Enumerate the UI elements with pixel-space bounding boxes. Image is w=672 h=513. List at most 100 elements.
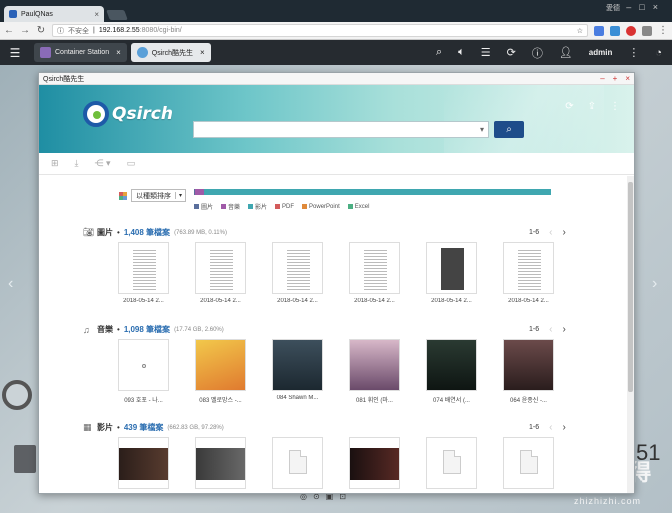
section-count[interactable]: 1,408 筆檔案: [124, 227, 170, 238]
refresh-icon[interactable]: ⟳: [565, 101, 573, 112]
qsirch-window: Qsirch酷先生 – + × Qsirch ▾ ⌕ ⟳ ⇪ ⋮ ⊞ ⤓ ⋲ ▾…: [38, 72, 635, 494]
album-thumb[interactable]: 093 호포 - 나...: [118, 339, 169, 404]
pager-range: 1-6: [529, 424, 540, 431]
video-thumb[interactable]: [349, 437, 400, 489]
legend-item[interactable]: PowerPoint: [302, 202, 340, 211]
next-page-icon[interactable]: ›: [562, 227, 565, 238]
main-menu-icon[interactable]: ☰: [0, 46, 30, 60]
album-thumb[interactable]: 081 휘인 (마...: [349, 339, 400, 404]
video-thumb[interactable]: [426, 437, 477, 489]
volume-icon[interactable]: 🔈︎: [458, 46, 465, 59]
video-thumb[interactable]: [503, 437, 554, 489]
album-thumb[interactable]: 084 Shawn M...: [272, 339, 323, 404]
user-icon[interactable]: 👤︎: [559, 46, 573, 59]
photo-thumb[interactable]: 2018-05-14 2...: [195, 242, 246, 304]
close-tab-icon[interactable]: ×: [94, 10, 99, 19]
close-icon[interactable]: ×: [625, 74, 630, 83]
opera-icon[interactable]: [626, 25, 636, 36]
sync-icon[interactable]: ⟳: [507, 46, 516, 59]
download-icon[interactable]: ⤓: [75, 158, 79, 169]
address-bar: ← → ↻ ⓘ 不安全 | 192.168.2.55:8080/cgi-bin/…: [0, 22, 672, 40]
assistant-robot-icon[interactable]: [2, 380, 32, 410]
thumb-caption: 2018-05-14 2...: [508, 298, 549, 304]
prev-page-icon[interactable]: ‹: [549, 422, 552, 433]
photo-thumb[interactable]: 2018-05-14 2...: [503, 242, 554, 304]
album-thumb[interactable]: 074 배연서 (...: [426, 339, 477, 404]
next-page-icon[interactable]: ›: [562, 324, 565, 335]
search-icon[interactable]: ⌕: [436, 46, 442, 59]
dashboard-icon[interactable]: ◔: [655, 47, 662, 59]
url-path: :8080/cgi-bin/: [139, 27, 182, 34]
photo-thumb[interactable]: 2018-05-14 2...: [272, 242, 323, 304]
results-scrollbar[interactable]: [627, 176, 634, 493]
select-all-icon[interactable]: ⊞: [51, 158, 59, 169]
search-button[interactable]: ⌕: [494, 121, 524, 138]
section-size: (763.89 MB, 0.11%): [174, 229, 227, 236]
more-icon[interactable]: ⋮: [610, 101, 620, 112]
legend-item[interactable]: 圖片: [194, 202, 213, 211]
user-menu[interactable]: admin: [589, 48, 613, 57]
url-field[interactable]: ⓘ 不安全 | 192.168.2.55:8080/cgi-bin/ ☆: [52, 24, 588, 37]
film-icon: ▦: [83, 422, 92, 432]
stack-icon[interactable]: ☰: [481, 46, 491, 59]
file-types-icon: [119, 191, 127, 200]
section-size: (17.74 GB, 2.60%): [174, 326, 224, 333]
browser-tab[interactable]: PaulQNas ×: [4, 6, 104, 22]
album-thumb[interactable]: 083 멜로망스 -...: [195, 339, 246, 404]
search-icon: ⌕: [506, 124, 512, 135]
window-controls[interactable]: –□×: [626, 2, 666, 12]
folder-icon[interactable]: ▭: [127, 158, 136, 169]
extension-icon[interactable]: [610, 25, 620, 36]
legend-item[interactable]: 音樂: [221, 202, 240, 211]
thumb-caption: 2018-05-14 2...: [431, 298, 472, 304]
legend-label: 圖片: [201, 205, 214, 211]
info-icon[interactable]: ⓘ: [532, 45, 543, 61]
section-count[interactable]: 1,098 筆檔案: [124, 324, 170, 335]
maximize-icon[interactable]: +: [613, 74, 618, 83]
shield-icon[interactable]: [642, 25, 652, 36]
desktop-prev-icon[interactable]: ‹: [8, 275, 13, 293]
next-page-icon[interactable]: ›: [562, 422, 565, 433]
legend-item[interactable]: PDF: [275, 202, 294, 211]
close-tab-icon[interactable]: ×: [116, 48, 121, 57]
legend-swatch: [248, 204, 254, 209]
qts-topbar: ☰ Container Station × Qsirch酷先生 × ⌕ 🔈︎ ☰…: [0, 40, 672, 65]
window-title: Qsirch酷先生: [43, 75, 85, 83]
legend-swatch: [221, 204, 227, 209]
video-thumb[interactable]: [195, 437, 246, 489]
qts-tab-container-station[interactable]: Container Station ×: [34, 43, 127, 62]
prev-page-icon[interactable]: ‹: [549, 227, 552, 238]
legend-item[interactable]: Excel: [347, 202, 369, 211]
search-dropdown-icon[interactable]: ▾: [480, 125, 484, 134]
thumb-caption: 084 Shawn M...: [276, 395, 319, 401]
thumb-caption: 2018-05-14 2...: [123, 298, 164, 304]
forward-icon[interactable]: →: [20, 25, 30, 36]
prev-page-icon[interactable]: ‹: [549, 324, 552, 335]
desktop-next-icon[interactable]: ›: [652, 275, 657, 293]
sort-select[interactable]: 以種類排序 ▾: [131, 189, 187, 202]
minimize-icon[interactable]: –: [600, 74, 604, 83]
album-thumb[interactable]: 064 윤종신 -...: [503, 339, 554, 404]
legend-item[interactable]: 影片: [248, 202, 267, 211]
browser-menu-icon[interactable]: ⋮: [658, 25, 668, 36]
qts-tab-qsirch[interactable]: Qsirch酷先生 ×: [130, 43, 211, 62]
photo-thumb[interactable]: 2018-05-14 2...: [349, 242, 400, 304]
reload-icon[interactable]: ↻: [36, 25, 46, 36]
share-icon[interactable]: ⋲ ▾: [95, 158, 111, 169]
new-tab-button[interactable]: [106, 10, 128, 20]
export-icon[interactable]: ⇪: [588, 101, 596, 112]
legend-label: 影片: [255, 205, 268, 211]
section-count[interactable]: 439 筆檔案: [124, 422, 164, 433]
translate-icon[interactable]: [594, 25, 604, 36]
video-thumb[interactable]: [118, 437, 169, 489]
trash-icon[interactable]: [14, 445, 36, 473]
back-icon[interactable]: ←: [4, 25, 14, 36]
video-thumb[interactable]: [272, 437, 323, 489]
star-icon[interactable]: ☆: [577, 27, 583, 35]
photo-thumb[interactable]: 2018-05-14 2...: [426, 242, 477, 304]
search-input[interactable]: ▾: [193, 121, 489, 138]
results-pane: 以種類排序 ▾ 圖片 音樂 影片 PDF PowerPoint Excel 📷︎ 圖片 •…: [39, 176, 629, 493]
photo-thumb[interactable]: 2018-05-14 2...: [118, 242, 169, 304]
close-tab-icon[interactable]: ×: [200, 48, 205, 57]
more-icon[interactable]: ⋮: [628, 46, 639, 59]
